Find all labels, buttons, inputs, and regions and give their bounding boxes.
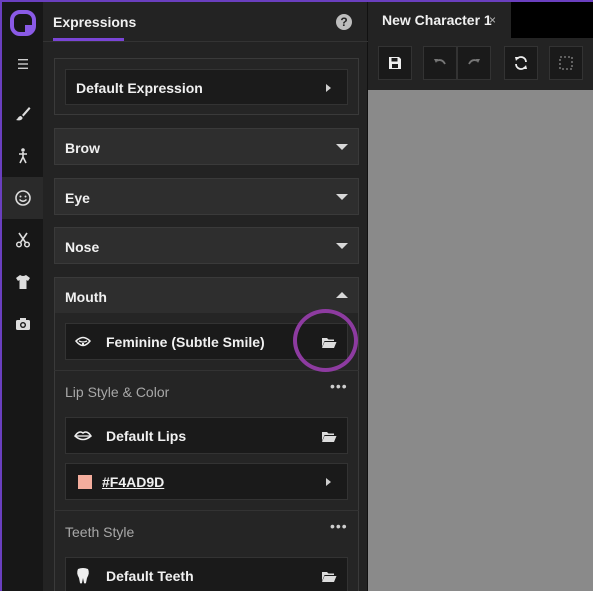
undo-icon bbox=[434, 59, 446, 65]
chevron-down-icon bbox=[336, 194, 348, 200]
rail-expression-button[interactable] bbox=[2, 177, 43, 219]
lip-style-row[interactable]: Default Lips bbox=[65, 417, 348, 454]
divider bbox=[54, 510, 359, 511]
app-logo-icon[interactable] bbox=[10, 10, 36, 36]
teeth-style-row[interactable]: Default Teeth bbox=[65, 557, 348, 591]
character-canvas[interactable] bbox=[368, 90, 593, 591]
default-expression-label: Default Expression bbox=[76, 80, 203, 96]
chevron-right-icon bbox=[326, 84, 331, 92]
section-nose[interactable]: Nose bbox=[54, 227, 359, 264]
hamburger-menu-button[interactable] bbox=[2, 43, 43, 85]
chevron-down-icon bbox=[336, 243, 348, 249]
refresh-button[interactable] bbox=[504, 46, 538, 80]
redo-button[interactable] bbox=[457, 46, 491, 80]
close-icon[interactable]: × bbox=[489, 13, 496, 27]
panel-header: Expressions ? bbox=[43, 2, 368, 42]
section-mouth[interactable]: Mouth bbox=[54, 277, 359, 314]
rail-outfit-button[interactable] bbox=[2, 261, 43, 303]
folder-open-icon[interactable] bbox=[321, 570, 337, 583]
rail-pose-button[interactable] bbox=[2, 135, 43, 177]
section-eye[interactable]: Eye bbox=[54, 178, 359, 215]
folder-open-icon[interactable] bbox=[321, 430, 337, 443]
rail-camera-button[interactable] bbox=[2, 303, 43, 345]
app-window: Expressions ? Default Expression Brow Ey… bbox=[0, 0, 593, 591]
teeth-style-label: Default Teeth bbox=[106, 568, 194, 584]
mouth-preset-label: Feminine (Subtle Smile) bbox=[106, 334, 265, 350]
lip-color-value: #F4AD9D bbox=[102, 474, 165, 490]
section-brow-label: Brow bbox=[65, 140, 100, 156]
default-expression-button[interactable]: Default Expression bbox=[65, 69, 348, 105]
shirt-icon bbox=[15, 275, 30, 289]
section-eye-label: Eye bbox=[65, 190, 90, 206]
redo-icon bbox=[468, 59, 480, 65]
chevron-right-icon bbox=[326, 478, 331, 486]
tooth-icon bbox=[77, 568, 89, 584]
save-icon bbox=[389, 57, 401, 69]
section-mouth-label: Mouth bbox=[65, 289, 107, 305]
scissors-icon bbox=[15, 232, 30, 248]
mouth-icon bbox=[75, 336, 91, 347]
lip-color-row[interactable]: #F4AD9D bbox=[65, 463, 348, 500]
chevron-up-icon bbox=[336, 292, 348, 298]
expressions-panel: Expressions ? Default Expression Brow Ey… bbox=[43, 2, 368, 591]
section-brow[interactable]: Brow bbox=[54, 128, 359, 165]
teeth-style-section-label: Teeth Style bbox=[65, 524, 135, 540]
lip-color-swatch[interactable] bbox=[78, 475, 92, 489]
lip-style-label: Default Lips bbox=[106, 428, 187, 444]
more-options-icon[interactable]: ••• bbox=[330, 518, 348, 534]
left-icon-rail bbox=[2, 2, 43, 591]
highlight-ring bbox=[293, 309, 358, 372]
panel-title: Expressions bbox=[53, 14, 137, 30]
save-button[interactable] bbox=[378, 46, 412, 80]
default-expression-box: Default Expression bbox=[54, 58, 359, 115]
undo-button[interactable] bbox=[423, 46, 457, 80]
tab-label: New Character 1 bbox=[382, 12, 492, 28]
more-options-icon[interactable]: ••• bbox=[330, 378, 348, 394]
figure-icon bbox=[18, 148, 27, 164]
divider bbox=[54, 370, 359, 371]
refresh-icon bbox=[515, 56, 527, 70]
lips-icon bbox=[74, 431, 92, 441]
hamburger-menu-icon bbox=[17, 59, 28, 69]
rail-brush-button[interactable] bbox=[2, 93, 43, 135]
rail-cut-button[interactable] bbox=[2, 219, 43, 261]
tab-new-character[interactable]: New Character 1 × bbox=[368, 2, 511, 38]
smiley-icon bbox=[14, 190, 31, 206]
selection-button[interactable] bbox=[549, 46, 583, 80]
lip-style-section-label: Lip Style & Color bbox=[65, 384, 170, 400]
section-nose-label: Nose bbox=[65, 239, 100, 255]
selection-icon bbox=[559, 56, 573, 70]
help-icon[interactable]: ? bbox=[336, 14, 352, 30]
canvas-toolbar bbox=[368, 38, 593, 92]
brush-icon bbox=[15, 107, 30, 121]
panel-title-underline bbox=[53, 38, 124, 41]
document-tabbar: New Character 1 × bbox=[368, 2, 593, 38]
chevron-down-icon bbox=[336, 144, 348, 150]
camera-icon bbox=[15, 318, 30, 330]
